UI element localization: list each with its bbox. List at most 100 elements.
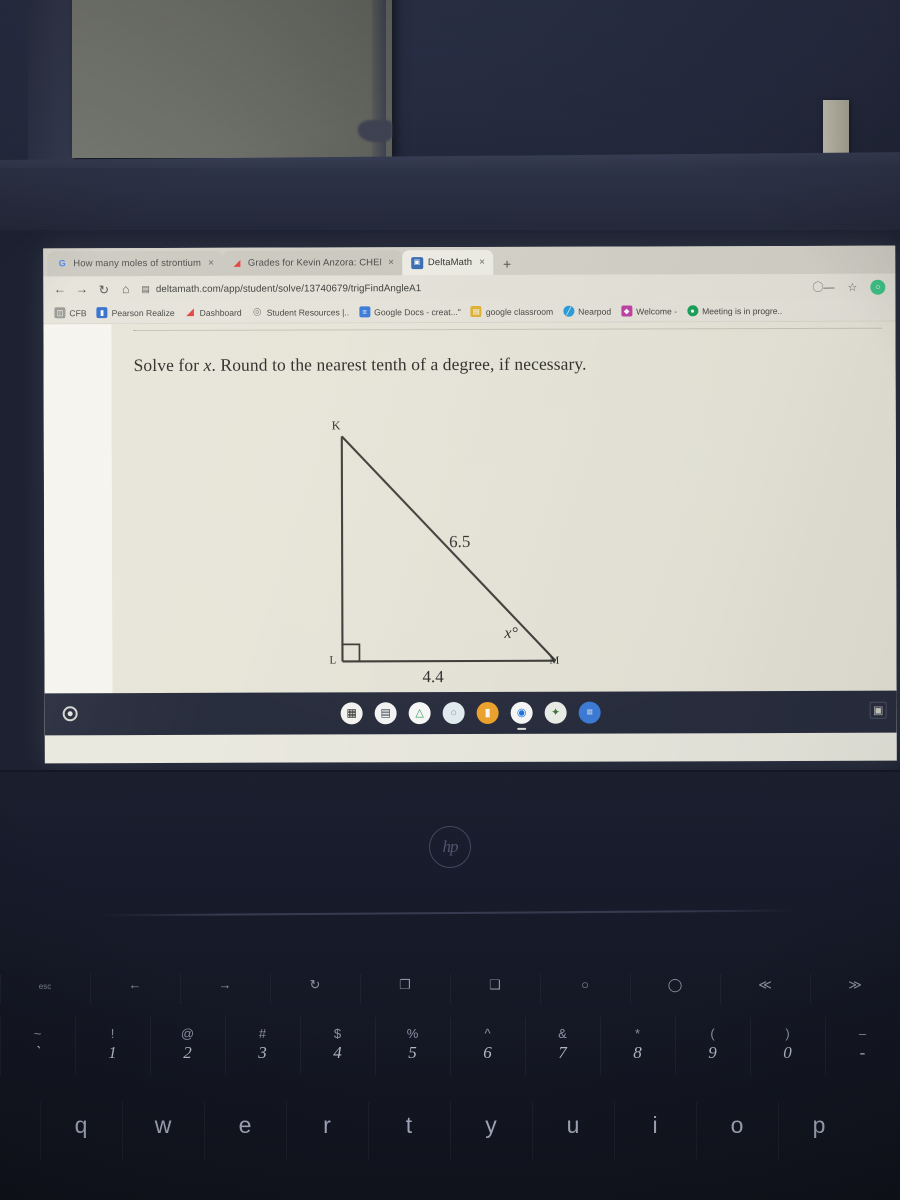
key-9[interactable]: ( 9 <box>675 1017 750 1075</box>
hp-logo: hp <box>429 826 471 868</box>
bookmark-label: Welcome - <box>636 305 678 316</box>
key-u[interactable]: u <box>532 1101 614 1160</box>
key-w[interactable]: w <box>122 1101 204 1160</box>
key-5[interactable]: % 5 <box>375 1017 450 1075</box>
profile-avatar[interactable]: ○ <box>870 279 886 295</box>
key-r[interactable]: r <box>286 1101 368 1160</box>
forward-icon[interactable]: → <box>75 282 89 296</box>
bookmark-nearpod[interactable]: ╱ Nearpod <box>560 305 614 318</box>
chromeos-launcher-button[interactable] <box>62 706 78 722</box>
hypotenuse-length-label: 6.5 <box>449 531 471 552</box>
key-backtick[interactable]: ~ ` <box>0 1017 75 1075</box>
keep-notes-app-icon[interactable]: ▮ <box>476 701 499 724</box>
key-4[interactable]: $ 4 <box>300 1017 375 1075</box>
bookmark-google-docs[interactable]: ≡ Google Docs - creat..." <box>356 305 464 318</box>
key-forward[interactable]: → <box>180 973 270 1005</box>
key-7[interactable]: & 7 <box>525 1017 600 1075</box>
key-y[interactable]: y <box>450 1101 532 1160</box>
tab-close-icon[interactable]: × <box>206 258 216 269</box>
address-bar[interactable]: ▤ deltamath.com/app/student/solve/137406… <box>141 281 806 295</box>
page-left-gutter <box>43 324 113 736</box>
light-switch <box>823 100 849 160</box>
key-back[interactable]: ← <box>90 973 180 1005</box>
right-triangle-svg <box>340 435 557 663</box>
new-tab-button[interactable]: + <box>493 256 521 275</box>
prompt-part-2: . Round to the nearest tenth of a degree… <box>211 353 587 375</box>
page-viewport: Solve for x. Round to the nearest tenth … <box>43 321 897 736</box>
key-brightness-up[interactable]: ◯ <box>630 973 720 1005</box>
google-drive-app-icon[interactable]: △ <box>408 702 431 725</box>
home-icon[interactable]: ⌂ <box>119 282 132 296</box>
photo-of-laptop-screen: G How many moles of strontium × ◢ Grades… <box>0 0 900 1200</box>
bookmark-label: Student Resources |.. <box>266 306 350 318</box>
vertex-label-k: K <box>331 418 341 433</box>
browser-tab-1[interactable]: ◢ Grades for Kevin Anzora: CHEM × <box>221 250 402 276</box>
reload-icon[interactable]: ↻ <box>97 282 110 297</box>
browser-tab-strip: G How many moles of strontium × ◢ Grades… <box>43 245 896 277</box>
key-volume-up[interactable]: ≫ <box>810 973 900 1005</box>
key-e[interactable]: e <box>204 1101 286 1160</box>
prompt-part-1: Solve for <box>133 354 204 376</box>
back-icon[interactable]: ← <box>53 282 67 296</box>
clock-app-icon[interactable]: ○ <box>442 702 465 725</box>
canvas-icon: ◢ <box>186 306 195 318</box>
google-icon: G <box>58 258 66 269</box>
door-jamb <box>28 0 74 165</box>
page-info-icon[interactable]: ▤ <box>141 284 150 295</box>
key-1[interactable]: ! 1 <box>75 1017 150 1075</box>
google-classroom-icon: ▤ <box>470 305 482 317</box>
bookmark-label: Pearson Realize <box>111 307 175 318</box>
chromeos-shelf: ▦ ▤ △ ○ ▮ ◉ ✦ ≡ ▣ <box>44 690 897 736</box>
door-handle <box>358 120 392 142</box>
keyboard-function-row: esc ← → ↻ ❐ ❑ ○ ◯ ≪ ≫ <box>0 972 900 1005</box>
bookmark-google-classroom[interactable]: ▤ google classroom <box>468 305 556 318</box>
bookmark-meeting-in-progress[interactable]: ● Meeting is in progre.. <box>684 304 785 317</box>
key-overview[interactable]: ❑ <box>450 973 540 1005</box>
canvas-icon: ◢ <box>233 257 241 268</box>
toolbar-right-icons: ⃝— ☆ ○ <box>815 279 886 295</box>
scratchpad-app-icon[interactable]: ✦ <box>544 701 567 724</box>
bookmark-pearson-realize[interactable]: ▮ Pearson Realize <box>94 306 178 319</box>
key-6[interactable]: ^ 6 <box>450 1017 525 1075</box>
key-fullscreen[interactable]: ❐ <box>360 973 450 1005</box>
key-0[interactable]: ) 0 <box>750 1017 825 1075</box>
key-3[interactable]: # 3 <box>225 1017 300 1075</box>
address-bar-url: deltamath.com/app/student/solve/13740679… <box>155 282 422 295</box>
triangle-figure: K L M 6.5 4.4 x° <box>312 418 603 689</box>
key-reload[interactable]: ↻ <box>270 973 360 1005</box>
flipgrid-icon: ◆ <box>621 305 633 317</box>
prompt-variable: x <box>203 354 212 375</box>
bookmark-star-icon[interactable]: ☆ <box>847 280 857 293</box>
bookmark-student-resources[interactable]: ◎ Student Resources |.. <box>249 305 353 318</box>
bookmark-welcome[interactable]: ◆ Welcome - <box>618 304 680 317</box>
unknown-angle-label: x° <box>504 624 518 642</box>
key-minus[interactable]: – - <box>825 1017 900 1075</box>
browser-tab-0[interactable]: G How many moles of strontium × <box>47 250 222 277</box>
vertex-label-m: M <box>549 654 560 667</box>
deltamath-problem-area: Solve for x. Round to the nearest tenth … <box>111 321 897 736</box>
google-docs-app-icon[interactable]: ≡ <box>578 701 601 724</box>
google-chrome-app-icon[interactable]: ◉ <box>510 701 533 724</box>
key-q[interactable]: q <box>40 1101 122 1160</box>
bookmark-label: google classroom <box>485 306 554 317</box>
key-t[interactable]: t <box>368 1101 450 1160</box>
files-app-icon[interactable]: ▤ <box>374 702 397 725</box>
key-esc[interactable]: esc <box>0 974 90 1004</box>
bookmark-dashboard[interactable]: ◢ Dashboard <box>182 306 245 319</box>
tab-close-icon[interactable]: × <box>386 257 396 268</box>
password-key-icon[interactable]: ⃝— <box>823 279 834 295</box>
key-o[interactable]: o <box>696 1101 778 1160</box>
browser-tab-2-active[interactable]: ▣ DeltaMath × <box>401 249 493 276</box>
key-8[interactable]: * 8 <box>600 1017 675 1075</box>
key-volume-down[interactable]: ≪ <box>720 973 810 1005</box>
key-p[interactable]: p <box>778 1101 860 1160</box>
tab-close-icon[interactable]: × <box>477 257 487 268</box>
folder-icon: ◫ <box>54 307 66 319</box>
key-2[interactable]: @ 2 <box>150 1017 225 1075</box>
bookmark-cfb[interactable]: ◫ CFB <box>51 306 89 319</box>
calculator-app-icon[interactable]: ▦ <box>340 702 363 725</box>
system-tray-icon[interactable]: ▣ <box>869 701 887 719</box>
key-i[interactable]: i <box>614 1101 696 1160</box>
key-brightness-down[interactable]: ○ <box>540 973 630 1005</box>
keyboard-number-row: ~ ` ! 1 @ 2 # 3 $ 4 % 5 ^ 6 & 7 * 8 (9 … <box>0 1017 900 1075</box>
